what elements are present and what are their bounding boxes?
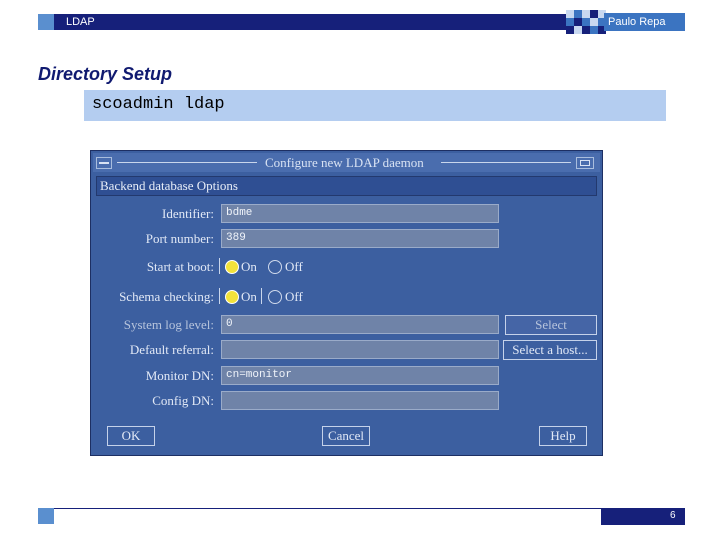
header-title: LDAP <box>66 16 95 28</box>
config-dn-field[interactable] <box>221 391 499 410</box>
titlebar-grip-left <box>117 162 257 163</box>
identifier-field[interactable]: bdme <box>221 204 499 223</box>
titlebar-grip-right <box>441 162 571 163</box>
dialog-titlebar[interactable]: Configure new LDAP daemon <box>93 153 600 172</box>
start-at-boot-on-radio[interactable] <box>225 260 239 274</box>
default-referral-field[interactable] <box>221 340 499 359</box>
footer-line <box>54 508 602 509</box>
start-at-boot-off-radio[interactable] <box>268 260 282 274</box>
config-dn-label: Config DN: <box>152 393 214 408</box>
page-number: 6 <box>670 510 676 521</box>
section-header: Backend database Options <box>96 176 597 196</box>
window-maximize-icon[interactable] <box>576 157 594 169</box>
slide-heading: Directory Setup <box>38 64 173 84</box>
start-at-boot-on-label: On <box>241 259 257 274</box>
header-accent-square <box>38 14 54 30</box>
port-field[interactable]: 389 <box>221 229 499 248</box>
select-host-button[interactable]: Select a host... <box>503 340 597 360</box>
syslog-level-label: System log level: <box>123 317 214 332</box>
ldap-config-dialog: Configure new LDAP daemon Backend databa… <box>90 150 603 456</box>
default-referral-label: Default referral: <box>129 342 214 357</box>
radio-separator <box>261 288 262 304</box>
syslog-select-button[interactable]: Select <box>505 315 597 335</box>
port-label: Port number: <box>145 231 214 246</box>
help-button[interactable]: Help <box>539 426 587 446</box>
identifier-label: Identifier: <box>162 206 214 221</box>
radio-separator <box>219 258 220 274</box>
schema-checking-on-radio[interactable] <box>225 290 239 304</box>
schema-checking-on-label: On <box>241 289 257 304</box>
syslog-level-field[interactable]: 0 <box>221 315 499 334</box>
start-at-boot-off-label: Off <box>285 259 303 274</box>
author-name: Paulo Repa <box>608 16 666 28</box>
footer-accent-square <box>38 508 54 524</box>
schema-checking-off-radio[interactable] <box>268 290 282 304</box>
command-text: scoadmin ldap <box>92 95 225 114</box>
schema-checking-off-label: Off <box>285 289 303 304</box>
radio-separator <box>219 288 220 304</box>
window-menu-icon[interactable] <box>96 157 112 169</box>
checker-logo-icon <box>566 10 606 34</box>
section-label: Backend database Options <box>100 178 238 193</box>
dialog-title: Configure new LDAP daemon <box>265 155 424 170</box>
cancel-button[interactable]: Cancel <box>322 426 370 446</box>
ok-button[interactable]: OK <box>107 426 155 446</box>
monitor-dn-label: Monitor DN: <box>145 368 214 383</box>
schema-checking-label: Schema checking: <box>119 289 214 304</box>
monitor-dn-field[interactable]: cn=monitor <box>221 366 499 385</box>
start-at-boot-label: Start at boot: <box>146 259 214 274</box>
